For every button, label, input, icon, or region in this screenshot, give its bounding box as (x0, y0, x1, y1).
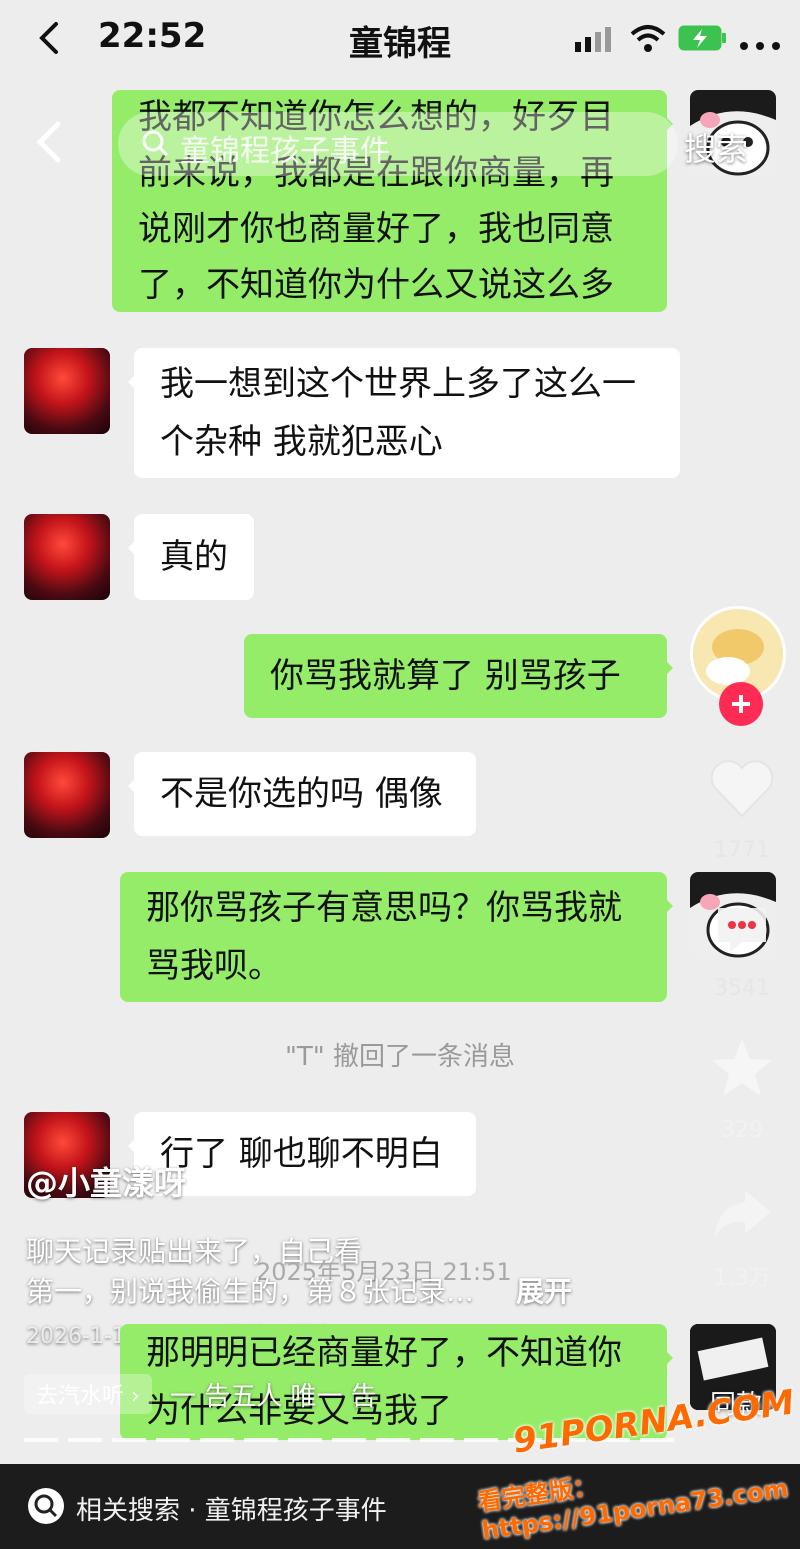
avatar[interactable] (24, 514, 110, 600)
post-author[interactable]: @小童漾呀 (26, 1158, 186, 1204)
overlay-search-text: 童锦程孩子事件 (180, 134, 390, 169)
signal-icon (575, 26, 619, 56)
search-icon (26, 1486, 66, 1530)
like-count: 1771 (714, 838, 770, 863)
message-text: 不是你选的吗 偶像 (160, 774, 443, 814)
message-bubble-sent: 那你骂孩子有意思吗？你骂我就 骂我呗。 (120, 872, 673, 1002)
avatar[interactable] (24, 752, 110, 838)
recall-notice: "T" 撤回了一条消息 (284, 1042, 516, 1072)
message-bubble-sent: 你骂我就算了 别骂孩子 (244, 634, 673, 718)
related-search-text: 相关搜索 · 童锦程孩子事件 (76, 1496, 387, 1526)
message-text: 行了 聊也聊不明白 (160, 1134, 443, 1174)
message-text: 那明明已经商量好了，不知道你 (146, 1333, 622, 1373)
status-bar: 22:52 童锦程 (0, 0, 800, 80)
share-count: 1.3万 (713, 1266, 771, 1291)
music-song: 一 告五人 唯一 告 (170, 1382, 377, 1412)
comment-count: 3541 (714, 976, 770, 1001)
share-button[interactable]: 1.3万 (704, 1186, 780, 1292)
wifi-icon (628, 22, 668, 58)
heart-icon (707, 758, 777, 826)
like-button[interactable]: 1771 (704, 758, 780, 863)
more-options-icon[interactable] (738, 36, 782, 55)
share-arrow-icon (711, 1186, 773, 1248)
comment-icon (712, 902, 772, 962)
star-icon (710, 1036, 774, 1104)
message-text: 骂我呗。 (146, 946, 282, 986)
overlay-search-bar[interactable]: 童锦程孩子事件 (118, 112, 678, 176)
message-text: 我一想到这个世界上多了这么一 (160, 364, 636, 404)
overlay-search-button[interactable]: 搜索 (684, 124, 748, 170)
favorite-button[interactable]: 329 (704, 1036, 780, 1143)
message-bubble-received: 不是你选的吗 偶像 (128, 752, 476, 836)
message-text: 那你骂孩子有意思吗？你骂我就 (146, 888, 622, 928)
message-text: 个杂种 我就犯恶心 (160, 422, 443, 462)
message-bubble-received: 真的 (128, 514, 254, 600)
battery-icon (678, 24, 728, 56)
post-caption-line: 第一，别说我偷生的，第８张记录… (26, 1275, 475, 1308)
message-text: 真的 (160, 537, 228, 577)
expand-link[interactable]: 展开 (516, 1270, 572, 1310)
music-chip-label: 去汽水听 › (36, 1384, 140, 1409)
music-chip[interactable]: 去汽水听 › (24, 1374, 152, 1414)
message-bubble-received: 我一想到这个世界上多了这么一 个杂种 我就犯恶心 (128, 348, 680, 478)
overlay-back-icon[interactable] (34, 120, 64, 168)
search-icon (140, 128, 170, 162)
avatar[interactable] (24, 348, 110, 434)
favorite-count: 329 (721, 1118, 763, 1143)
follow-plus-icon[interactable] (719, 682, 763, 726)
comment-button[interactable]: 3541 (704, 902, 780, 1001)
message-text: 你骂我就算了 别骂孩子 (270, 656, 621, 696)
